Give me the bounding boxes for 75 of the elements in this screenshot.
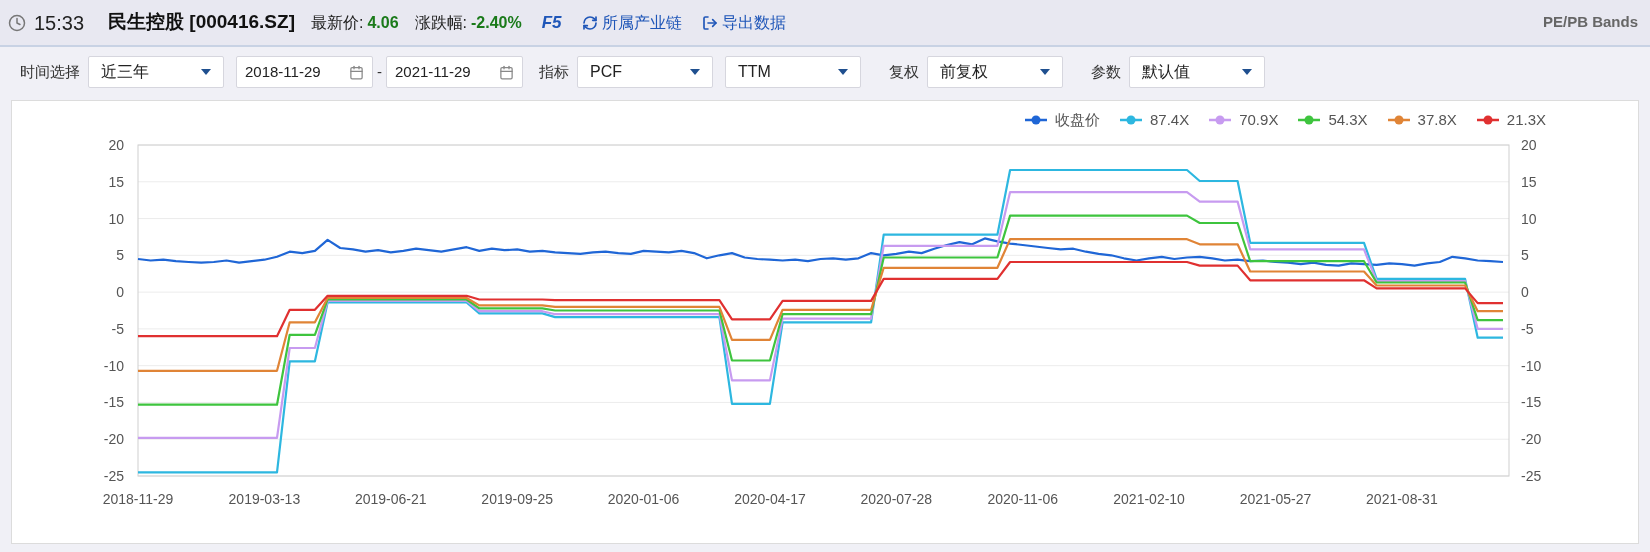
filter-label: 指标: [539, 61, 569, 82]
y-axis-label: -15: [1521, 394, 1542, 411]
x-axis-label: 2019-09-25: [481, 491, 553, 507]
y-axis-label: 5: [116, 247, 124, 264]
filter-label: 复权: [889, 61, 919, 82]
price-label: 最新价:: [310, 12, 364, 33]
legend-marker-icon: [1120, 115, 1142, 125]
x-axis-label: 2021-02-10: [1113, 491, 1185, 507]
caret-icon: [1242, 69, 1252, 75]
y-axis-label: 5: [1521, 247, 1529, 264]
legend-marker-icon: [1209, 115, 1232, 125]
y-axis-label: -25: [1521, 468, 1542, 484]
legend-label[interactable]: 70.9X: [1239, 108, 1279, 132]
legend-marker-icon: [1298, 115, 1321, 125]
y-axis-label: -10: [103, 357, 124, 374]
x-axis-label: 2021-05-27: [1239, 491, 1312, 507]
dropdown[interactable]: PCF: [577, 56, 713, 88]
y-axis-label: 20: [1521, 137, 1537, 153]
price-value: 4.06: [367, 12, 399, 33]
x-axis-label: 2020-01-06: [607, 491, 680, 507]
calendar-icon: [499, 64, 514, 80]
y-axis-label: -20: [1521, 431, 1542, 448]
time-text: 15:33: [34, 10, 85, 36]
x-axis-label: 2018-11-29: [102, 491, 174, 507]
legend-marker-icon: [1025, 115, 1047, 125]
legend-label[interactable]: 87.4X: [1150, 108, 1190, 132]
header-link[interactable]: 导出数据: [701, 10, 786, 35]
mode-title: PE/PB Bands: [1542, 12, 1638, 33]
export-icon: [701, 14, 718, 31]
caret-icon: [201, 69, 211, 75]
y-axis-label: 15: [108, 173, 124, 190]
caret-icon: [690, 69, 700, 75]
dropdown[interactable]: TTM: [725, 56, 861, 88]
x-axis-label: 2019-06-21: [354, 491, 427, 507]
y-axis-label: 0: [116, 284, 124, 301]
dropdown[interactable]: 默认值: [1129, 56, 1265, 88]
x-axis-label: 2020-11-06: [987, 491, 1058, 507]
legend-label[interactable]: 37.8X: [1417, 108, 1457, 132]
y-axis-label: 10: [1521, 210, 1537, 227]
range-dash: -: [377, 61, 382, 82]
legend-label[interactable]: 54.3X: [1328, 108, 1368, 132]
date-field[interactable]: 2021-11-29: [386, 56, 523, 88]
x-axis-label: 2020-04-17: [734, 491, 806, 507]
y-axis-label: -15: [103, 394, 124, 411]
dropdown[interactable]: 前复权: [927, 56, 1063, 88]
y-axis-label: -25: [103, 468, 124, 484]
x-axis-label: 2019-03-13: [228, 491, 301, 507]
refresh-key[interactable]: F5: [541, 9, 562, 36]
dropdown[interactable]: 近三年: [88, 56, 224, 88]
y-axis-label: 0: [1521, 284, 1529, 301]
change-label: 涨跌幅:: [414, 12, 467, 33]
legend-marker-icon: [1476, 115, 1499, 125]
caret-icon: [838, 69, 848, 75]
filter-label: 时间选择: [20, 61, 80, 82]
y-axis-label: 15: [1521, 173, 1537, 190]
change-value: -2.40%: [471, 12, 522, 33]
legend-marker-icon: [1387, 115, 1410, 125]
refresh-icon: [581, 14, 598, 31]
clock-icon: [8, 13, 26, 32]
header-link[interactable]: 所属产业链: [581, 10, 682, 35]
stock-title: 民生控股 [000416.SZ]: [108, 10, 295, 35]
y-axis-label: 20: [108, 137, 124, 153]
date-field[interactable]: 2018-11-29: [236, 56, 373, 88]
legend-label[interactable]: 收盘价: [1055, 108, 1100, 132]
caret-icon: [1040, 69, 1050, 75]
calendar-icon: [349, 64, 364, 80]
y-axis-label: -5: [111, 320, 124, 337]
x-axis-label: 2021-08-31: [1366, 491, 1438, 507]
y-axis-label: -5: [1521, 320, 1534, 337]
filter-label: 参数: [1091, 61, 1121, 82]
x-axis-label: 2020-07-28: [860, 491, 933, 507]
y-axis-label: -10: [1521, 357, 1542, 374]
legend-label[interactable]: 21.3X: [1506, 108, 1546, 132]
y-axis-label: 10: [108, 210, 124, 227]
y-axis-label: -20: [103, 431, 124, 448]
